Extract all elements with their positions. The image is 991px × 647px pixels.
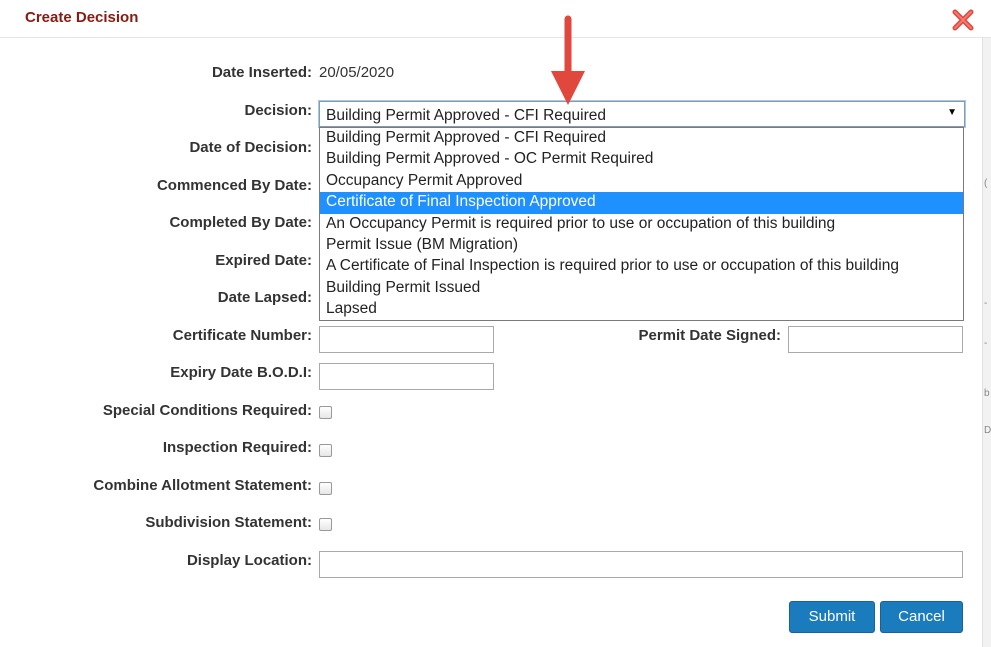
permit-date-signed-label: Permit Date Signed: xyxy=(638,327,781,344)
combine-allotment-checkbox[interactable] xyxy=(319,482,332,495)
decision-option[interactable]: Lapsed xyxy=(320,299,963,320)
subdivision-statement-label: Subdivision Statement: xyxy=(145,514,312,531)
date-inserted-label: Date Inserted: xyxy=(211,64,312,81)
decision-option[interactable]: Occupancy Permit Approved xyxy=(320,171,963,192)
caret-down-icon: ▼ xyxy=(947,107,957,118)
decision-selected-value: Building Permit Approved - CFI Required xyxy=(326,107,606,124)
combine-allotment-label: Combine Allotment Statement: xyxy=(93,477,312,494)
close-button[interactable] xyxy=(951,8,975,32)
decision-option[interactable]: Building Permit Approved - CFI Required xyxy=(320,128,963,149)
commenced-by-date-label: Commenced By Date: xyxy=(156,177,312,194)
decision-option[interactable]: An Occupancy Permit is required prior to… xyxy=(320,214,963,235)
special-conditions-label: Special Conditions Required: xyxy=(102,402,312,419)
special-conditions-checkbox[interactable] xyxy=(319,406,332,419)
subdivision-statement-checkbox[interactable] xyxy=(319,518,332,531)
permit-date-signed-input[interactable] xyxy=(788,326,963,353)
submit-button[interactable]: Submit xyxy=(789,601,875,633)
red-arrow-down-icon xyxy=(551,15,585,105)
display-location-label: Display Location: xyxy=(186,552,312,569)
expired-date-label: Expired Date: xyxy=(215,252,312,269)
date-lapsed-label: Date Lapsed: xyxy=(217,289,312,306)
decision-dropdown-list[interactable]: Building Permit Approved - CFI Required … xyxy=(319,127,964,321)
decision-option[interactable]: Permit Issue (BM Migration) xyxy=(320,235,963,256)
cancel-button[interactable]: Cancel xyxy=(880,601,963,633)
expiry-date-bodi-label: Expiry Date B.O.D.I: xyxy=(170,364,312,381)
dialog-titlebar: Create Decision xyxy=(0,0,991,38)
decision-select[interactable]: Building Permit Approved - CFI Required … xyxy=(319,101,965,127)
certificate-number-input[interactable] xyxy=(319,326,494,353)
expiry-date-bodi-input[interactable] xyxy=(319,363,494,390)
date-inserted-value: 20/05/2020 xyxy=(319,64,395,81)
close-icon xyxy=(952,9,974,31)
completed-by-date-label: Completed By Date: xyxy=(169,214,312,231)
inspection-required-label: Inspection Required: xyxy=(162,439,312,456)
dialog-title: Create Decision xyxy=(25,9,139,26)
decision-option[interactable]: Building Permit Issued xyxy=(320,278,963,299)
background-page-edge: ( - - b D xyxy=(982,38,991,647)
decision-option-highlighted[interactable]: Certificate of Final Inspection Approved xyxy=(320,192,963,214)
date-of-decision-label: Date of Decision: xyxy=(189,139,312,156)
inspection-required-checkbox[interactable] xyxy=(319,444,332,457)
decision-option[interactable]: Building Permit Approved - OC Permit Req… xyxy=(320,149,963,170)
display-location-input[interactable] xyxy=(319,551,963,578)
decision-option[interactable]: A Certificate of Final Inspection is req… xyxy=(320,256,963,277)
certificate-number-label: Certificate Number: xyxy=(172,327,312,344)
decision-label: Decision: xyxy=(244,102,312,119)
